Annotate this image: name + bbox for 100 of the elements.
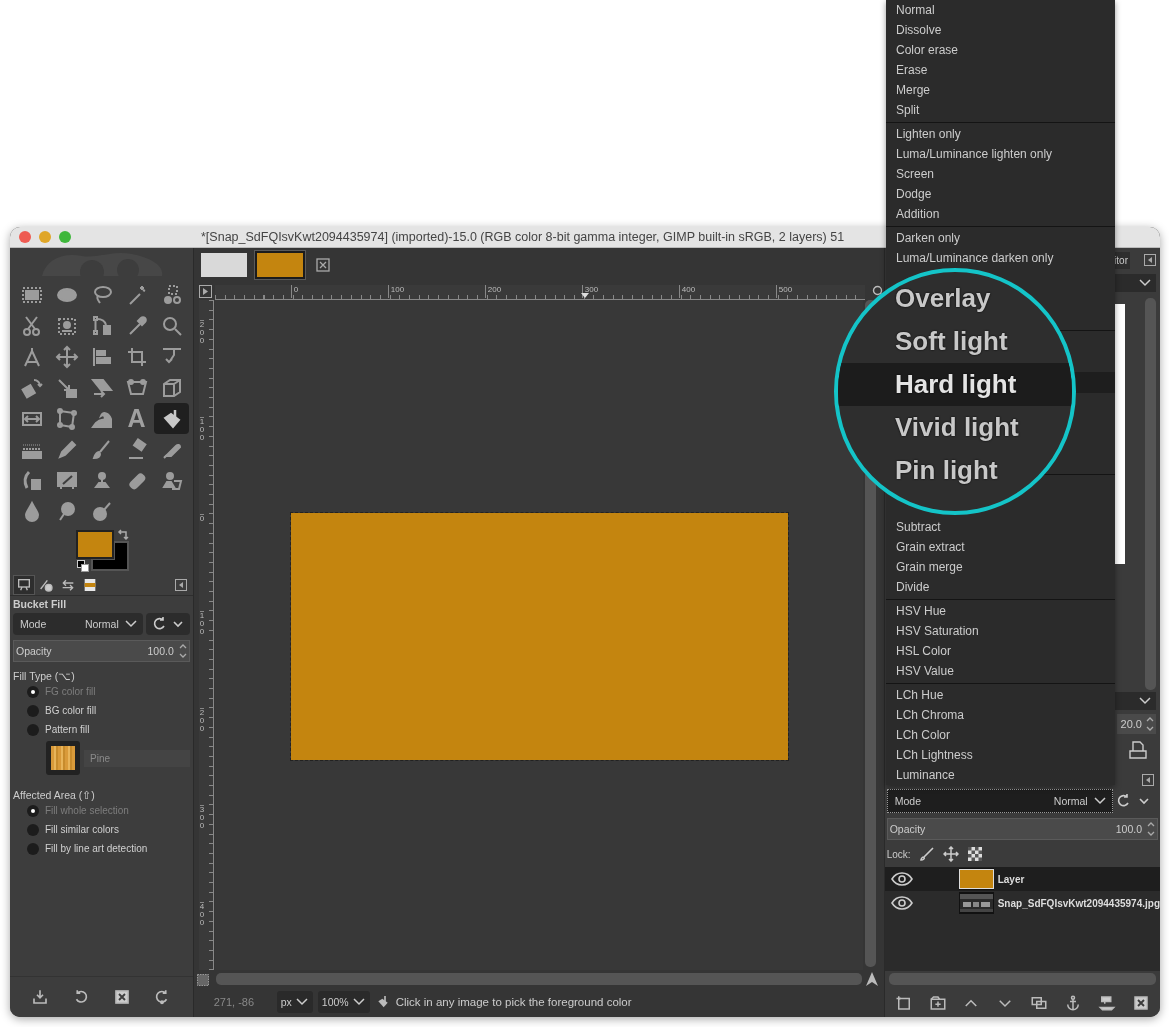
save-icon[interactable]	[31, 988, 50, 1006]
delete-icon[interactable]	[1132, 994, 1150, 1012]
unit-dropdown[interactable]: px	[276, 991, 313, 1013]
eye-icon[interactable]	[890, 872, 913, 886]
menu-item[interactable]: Dodge	[886, 184, 1115, 204]
ruler-label: 0	[290, 285, 299, 298]
layer-name: Snap_SdFQIsvKwt2094435974.jpg	[997, 897, 1160, 909]
status-message: Click in any image to pick the foreground color	[395, 996, 632, 1008]
navigate-icon[interactable]	[863, 971, 880, 987]
swap-colors-icon[interactable]	[117, 529, 129, 541]
chevron-down-icon	[1138, 696, 1152, 706]
menu-item[interactable]: Grain merge	[886, 557, 1115, 577]
menu-item[interactable]: Luma/Luminance darken only	[886, 248, 1115, 268]
menu-item[interactable]: Normal	[886, 0, 1115, 20]
quick-mask-icon[interactable]	[196, 974, 209, 986]
image-tab[interactable]	[253, 250, 306, 280]
ruler-label: 200	[484, 285, 502, 298]
menu-item[interactable]: Luminance	[886, 765, 1115, 785]
panel-menu-icon[interactable]	[174, 579, 187, 591]
merge-icon[interactable]	[1098, 994, 1117, 1012]
size-field[interactable]: 20.0	[1116, 714, 1156, 734]
magnified-menu-item[interactable]: Overlay	[838, 277, 1072, 320]
dock-tab[interactable]	[13, 575, 35, 595]
layer-row[interactable]: Snap_SdFQIsvKwt2094435974.jpg	[884, 891, 1160, 915]
panel-menu-icon[interactable]	[1144, 254, 1156, 266]
default-colors-icon[interactable]	[77, 560, 89, 572]
duplicate-icon[interactable]	[1030, 994, 1049, 1012]
layer-mode-dropdown[interactable]: Mode Normal	[886, 789, 1113, 813]
menu-item[interactable]: Lighten only	[886, 124, 1115, 144]
menu-item[interactable]: LCh Color	[886, 725, 1115, 745]
easel-icon	[16, 577, 32, 593]
pointer-marker-icon	[580, 293, 589, 298]
zoom-dropdown[interactable]: 100%	[317, 991, 370, 1013]
scrollbar[interactable]	[1145, 298, 1156, 690]
delete-icon[interactable]	[112, 988, 131, 1006]
brush-info-icon	[38, 577, 54, 593]
pattern-swatch[interactable]	[46, 741, 80, 775]
scrollbar[interactable]	[215, 973, 862, 985]
menu-item[interactable]: Subtract	[886, 517, 1115, 537]
magnified-menu-item[interactable]: Pin light	[838, 449, 1072, 492]
menu-item[interactable]: Darken only	[886, 228, 1115, 248]
chevron-down-icon	[351, 997, 366, 1007]
menu-item[interactable]: HSV Value	[886, 661, 1115, 681]
reset-icon[interactable]	[1115, 793, 1152, 809]
radio-option[interactable]: Pattern fill	[13, 720, 190, 739]
opacity-field[interactable]: Opacity 100.0	[13, 640, 190, 662]
menu-item[interactable]: LCh Chroma	[886, 705, 1115, 725]
new-layer-icon[interactable]	[894, 994, 913, 1012]
menu-item[interactable]: Erase	[886, 60, 1115, 80]
move-icon	[54, 344, 79, 369]
panel-menu-icon[interactable]	[1142, 774, 1154, 786]
opacity-field[interactable]: Opacity 100.0	[886, 818, 1158, 840]
menu-item[interactable]: Split	[886, 100, 1115, 120]
background-color-swatch[interactable]	[91, 541, 129, 571]
brush-icon[interactable]	[918, 846, 935, 862]
menu-item[interactable]: Merge	[886, 80, 1115, 100]
eye-icon[interactable]	[890, 896, 913, 910]
chevron-down-icon	[1092, 796, 1107, 806]
radio-option[interactable]: BG color fill	[13, 701, 190, 720]
menu-item[interactable]: Divide	[886, 577, 1115, 597]
ruler-label: 400	[678, 285, 696, 298]
layer-thumbnail	[958, 869, 994, 889]
menu-item[interactable]: Addition	[886, 204, 1115, 224]
foreground-color-swatch[interactable]	[76, 530, 114, 559]
tool-button[interactable]: A	[119, 403, 154, 434]
menu-item[interactable]: LCh Hue	[886, 685, 1115, 705]
close-button[interactable]	[19, 231, 31, 243]
radio-option[interactable]: Fill similar colors	[13, 820, 190, 839]
ruler-label: 400	[199, 902, 205, 927]
menu-item[interactable]: Screen	[886, 164, 1115, 184]
undo-history-icon	[60, 577, 76, 593]
reset-dropdown[interactable]	[145, 613, 190, 635]
chevron-down-icon	[294, 997, 309, 1007]
ruler-label: 0	[199, 514, 205, 523]
chevron-down-icon	[1138, 278, 1152, 288]
menu-item[interactable]: HSV Saturation	[886, 621, 1115, 641]
ruler-label: 200	[199, 708, 205, 733]
magnified-menu-item[interactable]: Vivid light	[838, 406, 1072, 449]
menu-item[interactable]: Color erase	[886, 40, 1115, 60]
menu-item[interactable]: Grain extract	[886, 537, 1115, 557]
menu-item[interactable]: Dissolve	[886, 20, 1115, 40]
move-icon[interactable]	[942, 846, 959, 862]
layer-row[interactable]: Layer	[884, 867, 1160, 891]
menu-item[interactable]: HSV Hue	[886, 601, 1115, 621]
menu-item[interactable]: HSL Color	[886, 641, 1115, 661]
mode-dropdown[interactable]: Mode Normal	[13, 613, 143, 635]
magnified-menu-item[interactable]: Soft light	[838, 320, 1072, 363]
menu-item[interactable]: Luma/Luminance lighten only	[886, 144, 1115, 164]
tool-button[interactable]	[154, 403, 189, 434]
ruler-label: 100	[387, 285, 405, 298]
radio-option[interactable]: Fill by line art detection	[13, 839, 190, 858]
section-label: Fill Type (⌥)	[13, 670, 76, 682]
checkerboard-icon[interactable]	[966, 846, 983, 862]
close-icon[interactable]	[315, 258, 330, 272]
scrollbar[interactable]	[888, 973, 1156, 985]
magnified-menu-item[interactable]: Hard light	[838, 363, 1072, 406]
menu-item[interactable]: LCh Lightness	[886, 745, 1115, 765]
new-group-icon[interactable]	[928, 994, 947, 1012]
layer-name: Layer	[997, 873, 1025, 885]
window-title: *[Snap_SdFQIsvKwt2094435974] (imported)-15.0 (RGB color 8-bit gamma integer, GIMP built-in sRGB, 2 layers) 51	[201, 230, 845, 244]
